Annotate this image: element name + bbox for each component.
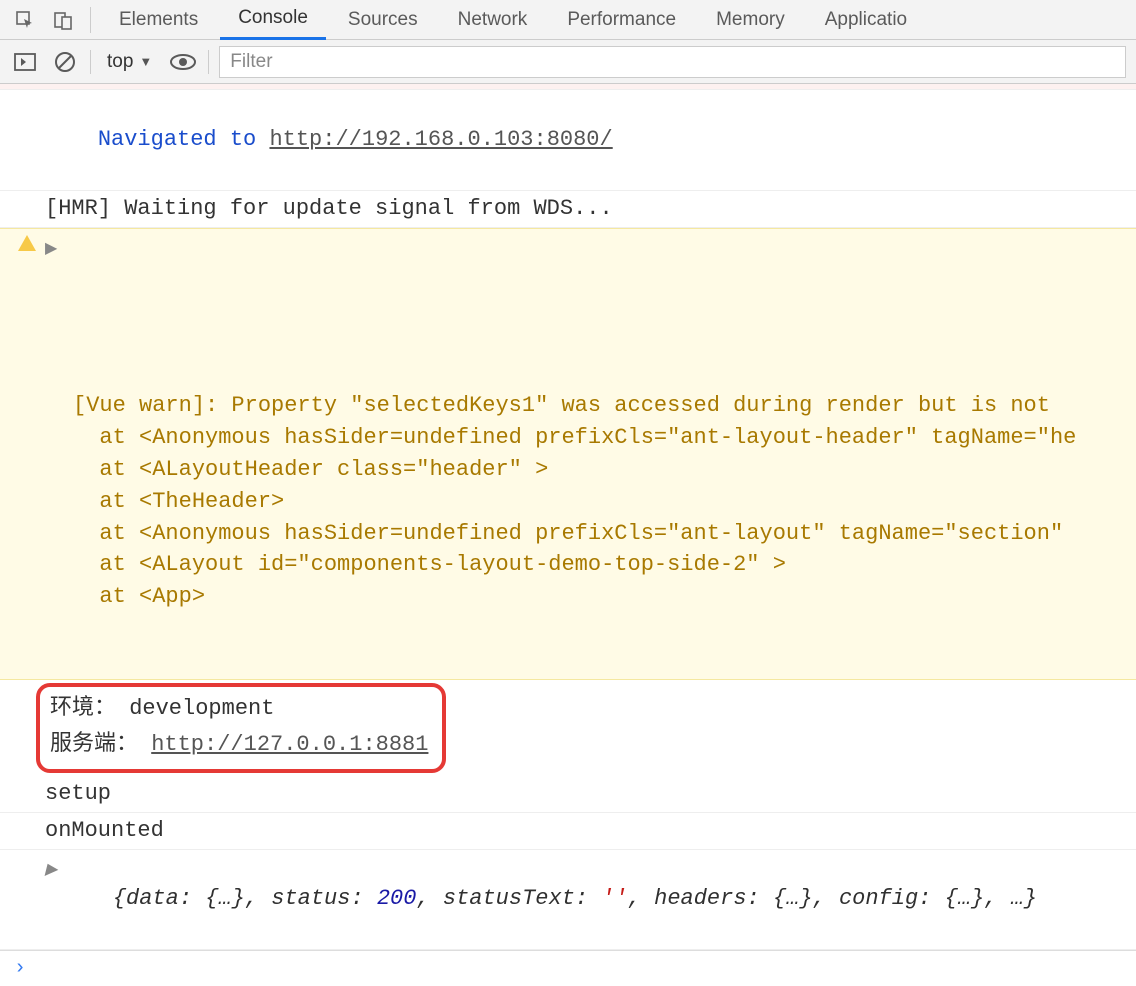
warning-icon bbox=[18, 235, 36, 251]
console-prompt[interactable]: › bbox=[0, 950, 1136, 986]
tab-elements[interactable]: Elements bbox=[101, 1, 216, 39]
context-label: top bbox=[107, 51, 133, 73]
devtools-tabs: Elements Console Sources Network Perform… bbox=[0, 0, 1136, 40]
tab-sources[interactable]: Sources bbox=[330, 1, 436, 39]
highlighted-env-box: 环境： development 服务端： http://127.0.0.1:88… bbox=[36, 683, 446, 773]
context-selector[interactable]: top ▼ bbox=[101, 51, 158, 73]
env-label: 环境： bbox=[50, 696, 129, 721]
warn-line: [Vue warn]: Property "selectedKeys1" was… bbox=[73, 393, 1050, 418]
divider bbox=[90, 50, 91, 74]
env-row: 环境： development bbox=[50, 691, 432, 727]
warn-line: at <ALayout id="components-layout-demo-t… bbox=[73, 552, 786, 577]
obj-status: 200 bbox=[377, 886, 417, 911]
setup-text: setup bbox=[45, 781, 111, 806]
log-navigated: Navigated to http://192.168.0.103:8080/ bbox=[0, 90, 1136, 191]
server-row: 服务端： http://127.0.0.1:8881 bbox=[50, 727, 432, 763]
tab-application[interactable]: Applicatio bbox=[807, 1, 925, 39]
prompt-chevron-icon: › bbox=[14, 957, 26, 980]
tab-console[interactable]: Console bbox=[220, 0, 326, 40]
warn-line: at <TheHeader> bbox=[73, 489, 284, 514]
log-onmounted: onMounted bbox=[0, 813, 1136, 850]
env-value: development bbox=[129, 696, 274, 721]
chevron-down-icon: ▼ bbox=[139, 54, 152, 69]
clear-console-icon[interactable] bbox=[50, 47, 80, 77]
filter-input[interactable] bbox=[219, 46, 1126, 78]
server-url-link[interactable]: http://127.0.0.1:8881 bbox=[151, 732, 428, 757]
warn-line: at <App> bbox=[73, 584, 205, 609]
log-object[interactable]: ▶ {data: {…}, status: 200, statusText: ''… bbox=[0, 850, 1136, 951]
server-label: 服务端： bbox=[50, 732, 151, 757]
console-toolbar: top ▼ bbox=[0, 40, 1136, 84]
inspect-icon[interactable] bbox=[8, 3, 42, 37]
live-expression-icon[interactable] bbox=[168, 47, 198, 77]
divider bbox=[90, 7, 91, 33]
sidebar-toggle-icon[interactable] bbox=[10, 47, 40, 77]
console-log-area: Navigated to http://192.168.0.103:8080/ … bbox=[0, 84, 1136, 986]
hmr-text: [HMR] Waiting for update signal from WDS… bbox=[45, 196, 613, 221]
divider bbox=[208, 50, 209, 74]
log-hmr: [HMR] Waiting for update signal from WDS… bbox=[0, 191, 1136, 228]
warn-line: at <Anonymous hasSider=undefined prefixC… bbox=[73, 425, 1076, 450]
tab-performance[interactable]: Performance bbox=[549, 1, 694, 39]
obj-statustext: '' bbox=[601, 886, 627, 911]
tab-memory[interactable]: Memory bbox=[698, 1, 803, 39]
log-setup: setup bbox=[0, 776, 1136, 813]
warn-line: at <ALayoutHeader class="header" > bbox=[73, 457, 548, 482]
onmounted-text: onMounted bbox=[45, 818, 164, 843]
log-vue-warn: ▶ [Vue warn]: Property "selectedKeys1" w… bbox=[0, 228, 1136, 680]
tab-network[interactable]: Network bbox=[440, 1, 546, 39]
warn-line: at <Anonymous hasSider=undefined prefixC… bbox=[73, 521, 1063, 546]
expand-arrow-icon[interactable]: ▶ bbox=[45, 238, 57, 261]
obj-part: {data: {…}, status: bbox=[113, 886, 377, 911]
obj-part: , statusText: bbox=[416, 886, 601, 911]
nav-prefix: Navigated to bbox=[98, 127, 270, 152]
nav-url-link[interactable]: http://192.168.0.103:8080/ bbox=[269, 127, 612, 152]
expand-arrow-icon[interactable]: ▶ bbox=[45, 859, 57, 882]
obj-part: , headers: {…}, config: {…}, …} bbox=[628, 886, 1037, 911]
device-toggle-icon[interactable] bbox=[46, 3, 80, 37]
